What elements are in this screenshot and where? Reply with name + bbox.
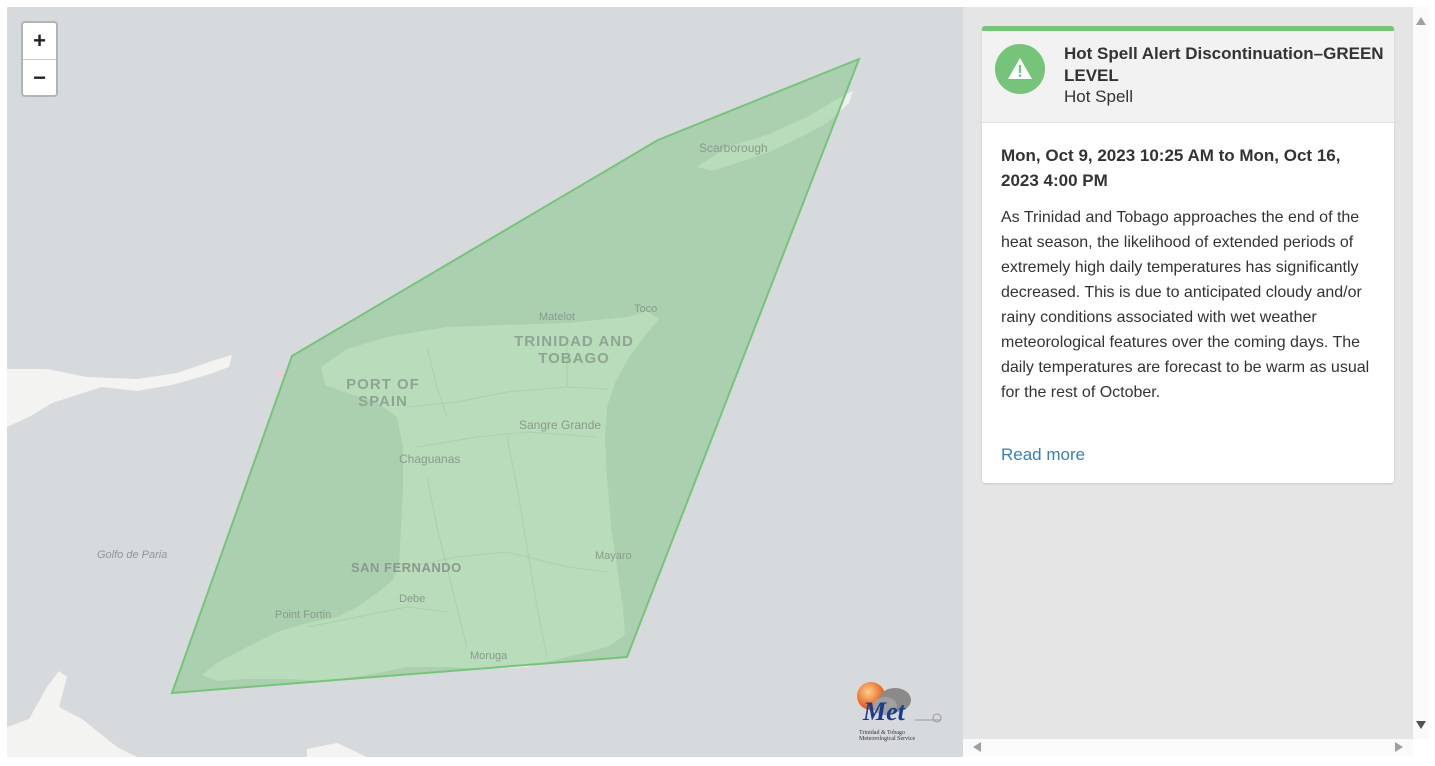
alert-card-header: Hot Spell Alert Discontinuation–GREEN LE… (982, 31, 1394, 123)
met-logo-caption-line2: Meteorological Service (859, 736, 916, 742)
place-label-debe: Debe (399, 593, 426, 605)
zoom-out-button[interactable]: − (23, 60, 56, 96)
landmass-paria (7, 355, 232, 427)
alert-title: Hot Spell Alert Discontinuation–GREEN LE… (1064, 44, 1384, 85)
place-label-chaguanas: Chaguanas (399, 452, 461, 466)
alert-panel: Hot Spell Alert Discontinuation–GREEN LE… (963, 7, 1413, 739)
place-label-mayaro: Mayaro (595, 550, 632, 562)
place-label-scarborough: Scarborough (699, 141, 768, 155)
place-label-sangre-grande: Sangre Grande (519, 418, 602, 432)
met-logo-text: Met (862, 697, 906, 726)
alert-dates: Mon, Oct 9, 2023 10:25 AM to Mon, Oct 16… (1001, 146, 1341, 190)
place-label-san-fernando: SAN FERNANDO (351, 560, 462, 575)
place-label-gulf: Golfo de Paria (97, 549, 168, 561)
place-label-port-of-spain: PORT OF SPAIN (343, 376, 423, 410)
place-label-toco: Toco (634, 303, 658, 315)
pos-label-line2: SPAIN (358, 393, 408, 410)
alert-card-body: Mon, Oct 9, 2023 10:25 AM to Mon, Oct 16… (982, 123, 1394, 483)
scroll-right-icon[interactable] (1395, 742, 1403, 752)
alert-description: As Trinidad and Tobago approaches the en… (1001, 209, 1370, 401)
country-label-line1: TRINIDAD AND (514, 333, 634, 350)
landmass-venezuela (7, 671, 137, 757)
met-logo-graphic: Met (857, 682, 942, 726)
read-more-link[interactable]: Read more (1001, 445, 1376, 465)
landmass-islets (275, 370, 285, 378)
zoom-in-button[interactable]: + (23, 23, 56, 60)
place-label-point-fortin: Point Fortin (275, 609, 332, 621)
vertical-scrollbar[interactable] (1413, 7, 1430, 739)
map-layer (7, 57, 861, 757)
scroll-up-icon[interactable] (1416, 17, 1426, 25)
met-service-logo: Met Trinidad & Tobago Meteorological Ser… (855, 680, 947, 742)
country-label-line2: TOBAGO (538, 350, 610, 367)
scroll-left-icon[interactable] (973, 742, 981, 752)
landmass-delta (307, 743, 367, 757)
scroll-down-icon[interactable] (1416, 721, 1426, 729)
alert-card: Hot Spell Alert Discontinuation–GREEN LE… (982, 26, 1394, 483)
met-logo-caption: Trinidad & Tobago Meteorological Service (859, 730, 915, 742)
zoom-control: + − (21, 21, 58, 97)
horizontal-scrollbar[interactable] (963, 739, 1413, 756)
place-label-matelot: Matelot (539, 311, 576, 323)
place-label-country: TRINIDAD AND TOBAGO (509, 333, 639, 367)
map-view[interactable]: + − Scarborough Matelot Toco TRINIDAD AN… (7, 7, 963, 757)
warning-icon (995, 44, 1045, 94)
alert-category: Hot Spell (1064, 87, 1133, 106)
pos-label-line1: PORT OF (346, 376, 420, 393)
place-label-moruga: Moruga (470, 650, 508, 662)
